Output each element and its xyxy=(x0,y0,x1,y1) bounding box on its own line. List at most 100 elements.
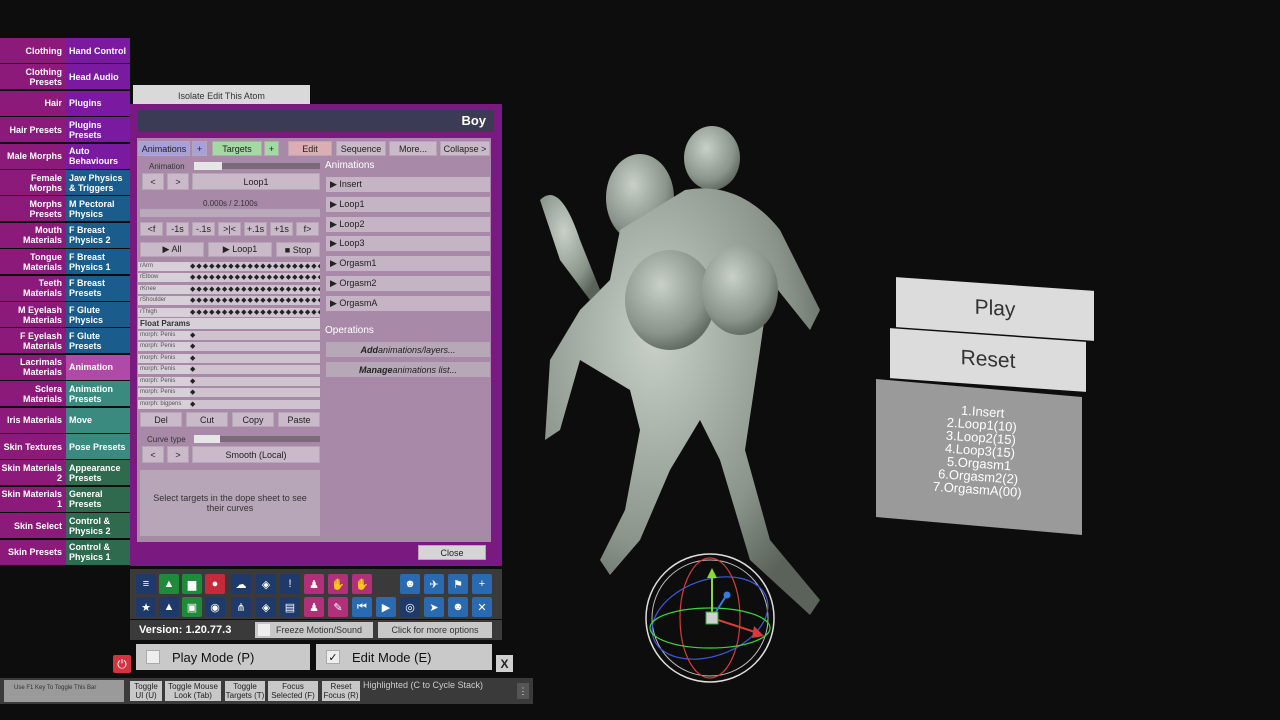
tab-left-item[interactable]: F Eyelash Materials xyxy=(0,328,66,354)
play-all-button[interactable]: ▶ All xyxy=(140,242,204,257)
scrub-button[interactable]: +1s xyxy=(270,222,293,236)
bottom-toggle-button[interactable]: Toggle UI (U) xyxy=(130,681,162,701)
tab-left-item[interactable]: Skin Presets xyxy=(0,539,66,565)
tab-right-item[interactable]: F Glute Presets xyxy=(66,328,130,354)
float-param-name[interactable]: morph: bigpens xyxy=(138,399,190,409)
document-icon[interactable]: ▤ xyxy=(280,597,300,617)
float-param-keyframes[interactable]: ◆ xyxy=(190,365,320,374)
tab-left-item[interactable]: M Eyelash Materials xyxy=(0,302,66,327)
copy-button[interactable]: Copy xyxy=(232,412,274,427)
tab-left-item[interactable]: Tongue Materials xyxy=(0,249,66,275)
float-param-name[interactable]: morph: Penis xyxy=(138,376,190,386)
navigate-icon[interactable]: ✈ xyxy=(424,574,444,594)
float-param-row[interactable]: morph: bigpens ◆ xyxy=(138,399,320,409)
animation-list-item[interactable]: ▶ OrgasmA xyxy=(326,295,490,311)
float-param-name[interactable]: morph: Penis xyxy=(138,353,190,363)
tab-edit[interactable]: Edit xyxy=(288,141,332,156)
scrub-button[interactable]: -1s xyxy=(166,222,189,236)
dope-row[interactable]: rShoulder ◆◆◆◆◆◆◆◆◆◆◆◆◆◆◆◆◆◆◆◆◆◆ xyxy=(138,296,320,306)
tab-right-item[interactable]: Plugins xyxy=(66,90,130,116)
edit-icon[interactable]: ✎ xyxy=(328,597,348,617)
animation-list-item[interactable]: ▶ Loop2 xyxy=(326,216,490,232)
tab-right-item[interactable]: Move xyxy=(66,407,130,433)
float-param-keyframes[interactable]: ◆ xyxy=(190,342,320,351)
flag-icon[interactable]: ⚑ xyxy=(448,574,468,594)
tab-right-item[interactable]: Plugins Presets xyxy=(66,117,130,143)
tab-right-item[interactable]: F Breast Physics 1 xyxy=(66,249,130,275)
tab-left-item[interactable]: Hair Presets xyxy=(0,117,66,143)
add-target-button[interactable]: + xyxy=(264,141,279,156)
scrub-button[interactable]: f> xyxy=(296,222,319,236)
manage-animations-button[interactable]: Manage animations list... xyxy=(326,362,490,377)
tab-left-item[interactable]: Teeth Materials xyxy=(0,275,66,301)
tab-right-item[interactable]: M Pectoral Physics xyxy=(66,196,130,222)
float-param-keyframes[interactable]: ◆ xyxy=(190,376,320,386)
prev-curve-button[interactable]: < xyxy=(142,446,164,463)
tab-right-item[interactable]: Control & Physics 2 xyxy=(66,513,130,539)
screenshot-icon[interactable]: ▣ xyxy=(182,597,202,617)
tab-left-item[interactable]: Clothing xyxy=(0,38,66,63)
skip-back-icon[interactable]: ⏮ xyxy=(352,597,372,617)
dope-keyframes[interactable]: ◆◆◆◆◆◆◆◆◆◆◆◆◆◆◆◆◆◆◆◆◆◆ xyxy=(190,261,320,271)
add-animations-button[interactable]: Add animations/layers... xyxy=(326,342,490,357)
play-mode-button[interactable]: Play Mode (P) xyxy=(136,644,310,670)
freeze-motion-toggle[interactable]: Freeze Motion/Sound xyxy=(255,622,373,638)
menu-icon[interactable]: ≡ xyxy=(136,574,156,594)
animation-list-item[interactable]: ▶ Loop1 xyxy=(326,196,490,212)
play-loop-button[interactable]: ▶ Loop1 xyxy=(208,242,272,257)
tools-icon[interactable]: ✕ xyxy=(472,597,492,617)
dope-target-name[interactable]: rShoulder xyxy=(138,296,190,305)
save-icon[interactable]: ▲ xyxy=(159,574,179,594)
transform-gizmo[interactable] xyxy=(640,548,780,688)
float-param-name[interactable]: morph: Penis xyxy=(138,365,190,374)
cloud-icon[interactable]: ☁ xyxy=(231,574,251,594)
float-param-keyframes[interactable]: ◆ xyxy=(190,330,320,340)
bottom-toggle-button[interactable]: Toggle Mouse Look (Tab) xyxy=(165,681,221,701)
curve-type-slider-knob[interactable] xyxy=(194,435,220,443)
bottom-toggle-button[interactable]: Reset Focus (R) xyxy=(322,681,360,701)
tab-left-item[interactable]: Sclera Materials xyxy=(0,381,66,407)
user-icon[interactable]: ☻ xyxy=(400,574,420,594)
float-param-name[interactable]: morph: Penis xyxy=(138,330,190,340)
package-icon[interactable]: ◈ xyxy=(256,597,276,617)
timeline-scrubber[interactable] xyxy=(140,209,320,217)
person-icon[interactable]: ♟ xyxy=(304,574,324,594)
tab-left-item[interactable]: Skin Materials 2 xyxy=(0,460,66,486)
tab-left-item[interactable]: Clothing Presets xyxy=(0,64,66,90)
record-icon[interactable]: ● xyxy=(205,574,225,594)
animation-list-item[interactable]: ▶ Orgasm1 xyxy=(326,256,490,272)
float-param-row[interactable]: morph: Penis ◆ xyxy=(138,388,320,398)
prev-animation-button[interactable]: < xyxy=(142,173,164,190)
dope-target-name[interactable]: rKnee xyxy=(138,284,190,294)
alert-icon[interactable]: ! xyxy=(280,574,300,594)
dope-keyframes[interactable]: ◆◆◆◆◆◆◆◆◆◆◆◆◆◆◆◆◆◆◆◆◆◆ xyxy=(190,296,320,305)
float-param-name[interactable]: morph: Penis xyxy=(138,342,190,351)
tab-right-item[interactable]: Pose Presets xyxy=(66,434,130,459)
scrub-button[interactable]: <f xyxy=(140,222,163,236)
dope-row[interactable]: rElbow ◆◆◆◆◆◆◆◆◆◆◆◆◆◆◆◆◆◆◆◆◆◆ xyxy=(138,273,320,283)
curve-type-display[interactable]: Smooth (Local) xyxy=(192,446,320,463)
dope-target-name[interactable]: rThigh xyxy=(138,307,190,317)
tab-sequence[interactable]: Sequence xyxy=(336,141,386,156)
tab-right-item[interactable]: F Breast Physics 2 xyxy=(66,222,130,248)
tab-left-item[interactable]: Female Morphs xyxy=(0,170,66,195)
add-icon[interactable]: + xyxy=(472,574,492,594)
tab-right-item[interactable]: Animation xyxy=(66,354,130,380)
bottom-toggle-button[interactable]: Focus Selected (F) xyxy=(268,681,318,701)
float-param-row[interactable]: morph: Penis ◆ xyxy=(138,376,320,386)
animation-list-item[interactable]: ▶ Loop3 xyxy=(326,236,490,252)
scrub-button[interactable]: +.1s xyxy=(244,222,267,236)
float-param-keyframes[interactable]: ◆ xyxy=(190,399,320,409)
tab-right-item[interactable]: General Presets xyxy=(66,486,130,512)
tab-more[interactable]: More... xyxy=(389,141,437,156)
edit-mode-checkbox[interactable]: ✓ xyxy=(326,650,340,664)
play-icon[interactable]: ▶ xyxy=(376,597,396,617)
tab-left-item[interactable]: Skin Select xyxy=(0,513,66,539)
tab-right-item[interactable]: Control & Physics 1 xyxy=(66,539,130,565)
animation-slider-knob[interactable] xyxy=(194,162,222,170)
float-param-row[interactable]: morph: Penis ◆ xyxy=(138,353,320,363)
tab-left-item[interactable]: Skin Materials 1 xyxy=(0,486,66,512)
float-param-row[interactable]: morph: Penis ◆ xyxy=(138,365,320,375)
tab-right-item[interactable]: Jaw Physics & Triggers xyxy=(66,170,130,195)
tab-left-item[interactable]: Morphs Presets xyxy=(0,196,66,222)
